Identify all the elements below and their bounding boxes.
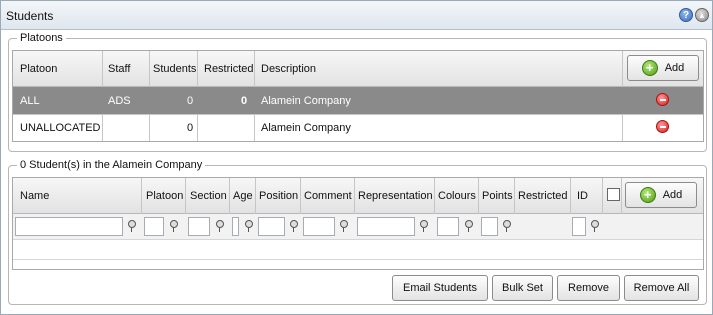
help-icon[interactable]: ? (679, 8, 693, 22)
remove-all-button[interactable]: Remove All (624, 275, 699, 301)
window-title: Students (6, 9, 54, 23)
students-window: Students ? ▲ Platoons Platoon Staff Stud… (0, 0, 713, 315)
collapse-up-icon[interactable]: ▲ (695, 8, 709, 22)
students-legend: 0 Student(s) in the Alamein Company (17, 159, 206, 171)
platoons-legend: Platoons (17, 32, 66, 44)
email-students-button[interactable]: Email Students (392, 275, 488, 301)
title-bar: Students ? ▲ (1, 1, 712, 30)
platoons-grid-border (12, 50, 704, 142)
students-grid-border (12, 177, 704, 270)
bulk-set-button[interactable]: Bulk Set (492, 275, 553, 301)
remove-button[interactable]: Remove (557, 275, 620, 301)
